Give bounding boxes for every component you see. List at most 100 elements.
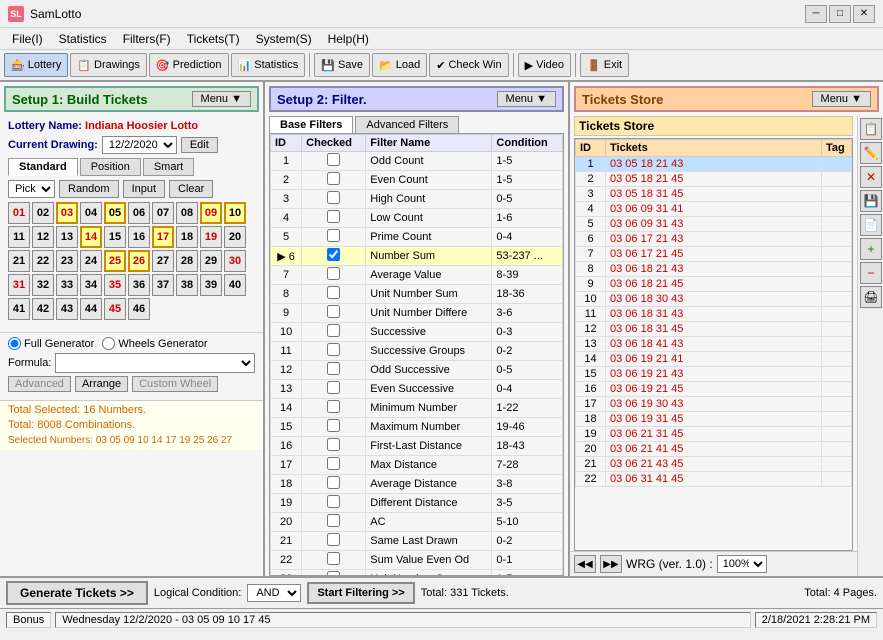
filter-row[interactable]: 10 Successive 0-3 (271, 323, 563, 342)
filter-table-wrap[interactable]: ID Checked Filter Name Condition 1 Odd C… (269, 133, 564, 576)
ticket-row[interactable]: 8 03 06 18 21 43 (576, 262, 852, 277)
tab-standard[interactable]: Standard (8, 158, 78, 176)
ticket-action-btn-6[interactable]: + (860, 238, 882, 260)
num-btn-2[interactable]: 02 (32, 202, 54, 224)
menu-file[interactable]: File(I) (4, 30, 51, 48)
ticket-action-btn-8[interactable]: 🖨 (860, 286, 882, 308)
filter-checked[interactable] (302, 304, 366, 323)
filter-row[interactable]: 14 Minimum Number 1-22 (271, 399, 563, 418)
filter-checked[interactable] (302, 513, 366, 532)
filter-checked[interactable] (302, 456, 366, 475)
filter-checked[interactable] (302, 285, 366, 304)
num-btn-35[interactable]: 35 (104, 274, 126, 296)
ticket-row[interactable]: 17 03 06 19 30 43 (576, 397, 852, 412)
filter-checked[interactable] (302, 323, 366, 342)
num-btn-1[interactable]: 01 (8, 202, 30, 224)
filter-checked[interactable] (302, 209, 366, 228)
filter-row[interactable]: 13 Even Successive 0-4 (271, 380, 563, 399)
num-btn-8[interactable]: 08 (176, 202, 198, 224)
filter-checked[interactable] (302, 361, 366, 380)
num-btn-9[interactable]: 09 (200, 202, 222, 224)
num-btn-22[interactable]: 22 (32, 250, 54, 272)
logic-combo[interactable]: AND OR (247, 584, 301, 602)
ticket-action-btn-7[interactable]: − (860, 262, 882, 284)
advanced-button[interactable]: Advanced (8, 376, 71, 392)
ticket-row[interactable]: 18 03 06 19 31 45 (576, 412, 852, 427)
toolbar-load[interactable]: 📂 Load (372, 53, 427, 77)
toolbar-save[interactable]: 💾 Save (314, 53, 370, 77)
filter-checked[interactable] (302, 171, 366, 190)
filter-row[interactable]: 19 Different Distance 3-5 (271, 494, 563, 513)
ticket-action-btn-1[interactable]: 📋 (860, 118, 882, 140)
filter-row[interactable]: 16 First-Last Distance 18-43 (271, 437, 563, 456)
num-btn-25[interactable]: 25 (104, 250, 126, 272)
num-btn-11[interactable]: 11 (8, 226, 30, 248)
clear-button[interactable]: Clear (169, 180, 213, 198)
wheels-generator-radio[interactable]: Wheels Generator (102, 337, 207, 350)
num-btn-15[interactable]: 15 (104, 226, 126, 248)
ticket-row[interactable]: 9 03 06 18 21 45 (576, 277, 852, 292)
filter-row[interactable]: 3 High Count 0-5 (271, 190, 563, 209)
num-btn-29[interactable]: 29 (200, 250, 222, 272)
formula-combo[interactable] (55, 353, 255, 373)
ticket-row[interactable]: 22 03 06 31 41 45 (576, 472, 852, 487)
ticket-action-btn-5[interactable]: 📄 (860, 214, 882, 236)
filter-row[interactable]: 1 Odd Count 1-5 (271, 152, 563, 171)
toolbar-prediction[interactable]: 🎯 Prediction (149, 53, 229, 77)
filter-checked[interactable] (302, 494, 366, 513)
num-btn-26[interactable]: 26 (128, 250, 150, 272)
ticket-row[interactable]: 16 03 06 19 21 45 (576, 382, 852, 397)
filter-checked[interactable] (302, 152, 366, 171)
tickets-store-menu-button[interactable]: Menu ▼ (812, 91, 871, 107)
ticket-row[interactable]: 19 03 06 21 31 45 (576, 427, 852, 442)
filter-checked[interactable] (302, 399, 366, 418)
toolbar-video[interactable]: ▶ Video (518, 53, 571, 77)
custom-wheel-button[interactable]: Custom Wheel (132, 376, 218, 392)
num-btn-37[interactable]: 37 (152, 274, 174, 296)
ticket-row[interactable]: 15 03 06 19 21 43 (576, 367, 852, 382)
arrange-button[interactable]: Arrange (75, 376, 128, 392)
num-btn-5[interactable]: 05 (104, 202, 126, 224)
num-btn-43[interactable]: 43 (56, 298, 78, 320)
input-button[interactable]: Input (123, 180, 165, 198)
menu-tickets[interactable]: Tickets(T) (179, 30, 248, 48)
close-button[interactable]: ✕ (853, 5, 875, 23)
num-btn-36[interactable]: 36 (128, 274, 150, 296)
ticket-row[interactable]: 13 03 06 18 41 43 (576, 337, 852, 352)
toolbar-drawings[interactable]: 📋 Drawings (70, 53, 147, 77)
num-btn-20[interactable]: 20 (224, 226, 246, 248)
filter-checked[interactable] (302, 380, 366, 399)
ticket-row[interactable]: 11 03 06 18 31 43 (576, 307, 852, 322)
num-btn-42[interactable]: 42 (32, 298, 54, 320)
filter-row[interactable]: 22 Sum Value Even Od 0-1 (271, 551, 563, 570)
drawing-date-combo[interactable]: 12/2/2020 (102, 136, 177, 154)
num-btn-7[interactable]: 07 (152, 202, 174, 224)
num-btn-39[interactable]: 39 (200, 274, 222, 296)
num-btn-45[interactable]: 45 (104, 298, 126, 320)
filter-checked[interactable] (302, 247, 366, 266)
num-btn-21[interactable]: 21 (8, 250, 30, 272)
num-btn-19[interactable]: 19 (200, 226, 222, 248)
full-generator-radio[interactable]: Full Generator (8, 337, 94, 350)
toolbar-lottery[interactable]: 🎰 Lottery (4, 53, 68, 77)
num-btn-32[interactable]: 32 (32, 274, 54, 296)
num-btn-31[interactable]: 31 (8, 274, 30, 296)
filter-row[interactable]: 7 Average Value 8-39 (271, 266, 563, 285)
num-btn-4[interactable]: 04 (80, 202, 102, 224)
num-btn-16[interactable]: 16 (128, 226, 150, 248)
filter-row[interactable]: ▶ 6 Number Sum 53-237 ... (271, 247, 563, 266)
ticket-row[interactable]: 4 03 06 09 31 41 (576, 202, 852, 217)
filter-checked[interactable] (302, 228, 366, 247)
filter-row[interactable]: 12 Odd Successive 0-5 (271, 361, 563, 380)
ticket-row[interactable]: 3 03 05 18 31 45 (576, 187, 852, 202)
setup2-menu-button[interactable]: Menu ▼ (497, 91, 556, 107)
ticket-row[interactable]: 20 03 06 21 41 45 (576, 442, 852, 457)
ticket-row[interactable]: 21 03 06 21 43 45 (576, 457, 852, 472)
filter-checked[interactable] (302, 266, 366, 285)
num-btn-10[interactable]: 10 (224, 202, 246, 224)
filter-row[interactable]: 4 Low Count 1-6 (271, 209, 563, 228)
ticket-row[interactable]: 14 03 06 19 21 41 (576, 352, 852, 367)
num-btn-23[interactable]: 23 (56, 250, 78, 272)
filter-row[interactable]: 2 Even Count 1-5 (271, 171, 563, 190)
filter-checked[interactable] (302, 570, 366, 577)
